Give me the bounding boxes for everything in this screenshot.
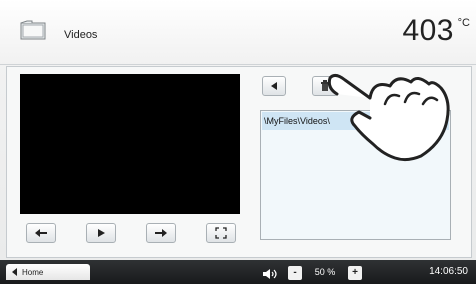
previous-icon (35, 229, 47, 237)
temperature-value: 403 (402, 14, 454, 47)
next-button[interactable] (146, 223, 176, 243)
speaker-icon (262, 267, 278, 279)
volume-level: 50 % (314, 267, 336, 277)
folder-icon (20, 20, 46, 40)
home-label: Home (22, 267, 44, 277)
fullscreen-icon (215, 227, 227, 239)
next-icon (155, 229, 167, 237)
fullscreen-button[interactable] (206, 223, 236, 243)
pointing-hand-icon (325, 70, 455, 165)
play-button[interactable] (86, 223, 116, 243)
back-icon (271, 82, 277, 90)
temperature-unit: °C (457, 17, 470, 29)
previous-button[interactable] (26, 223, 56, 243)
clock: 14:06:50 (429, 266, 468, 277)
play-icon (98, 229, 105, 237)
app-screen: Videos 403 °C \MyFiles\Videos\ Home - 50… (0, 0, 476, 284)
back-button[interactable] (262, 76, 286, 96)
volume-down-button[interactable]: - (288, 266, 302, 280)
page-title: Videos (64, 29, 98, 41)
home-button[interactable]: Home (6, 264, 90, 280)
video-player[interactable] (20, 74, 240, 214)
home-arrow-icon (12, 268, 17, 276)
volume-up-button[interactable]: + (348, 266, 362, 280)
